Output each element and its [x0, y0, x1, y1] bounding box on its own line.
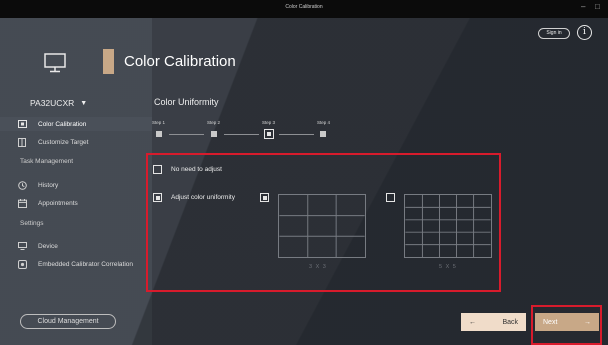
no-adjust-label: No need to adjust	[171, 166, 222, 173]
step-3-marker-current	[264, 129, 274, 139]
grid-5x5-checkbox[interactable]	[386, 193, 395, 202]
step-label: Step 3	[262, 120, 276, 125]
section-title: Color Uniformity	[154, 97, 219, 107]
step-1-marker	[156, 131, 162, 137]
page-title: Color Calibration	[124, 53, 236, 70]
calibrator-icon	[0, 259, 38, 269]
chevron-down-icon: ▼	[80, 99, 88, 107]
grid-5x5-caption: 5 X 5	[439, 264, 457, 270]
sidebar-item-customize-target[interactable]: Customize Target	[0, 135, 152, 149]
step-label: Step 1	[152, 120, 166, 125]
sidebar-item-history[interactable]: History	[0, 178, 152, 192]
no-adjust-checkbox[interactable]	[153, 165, 162, 174]
app-window: PA32UCXR ▼ Color Calibration Customize T…	[0, 18, 608, 345]
title-accent-bar	[103, 49, 114, 74]
step-4-marker	[320, 131, 326, 137]
sidebar-item-label: History	[38, 181, 59, 189]
monitor-small-icon	[0, 242, 38, 250]
adjust-uniformity-checkbox[interactable]	[153, 193, 162, 202]
window-titlebar: Color Calibration – □	[0, 0, 608, 18]
sidebar-item-label: Appointments	[38, 199, 78, 207]
adjust-uniformity-label: Adjust color uniformity	[171, 194, 235, 201]
sidebar-item-label: Embedded Calibrator Correlation	[38, 260, 134, 268]
window-title: Color Calibration	[285, 4, 323, 10]
device-selector[interactable]: PA32UCXR ▼	[30, 98, 87, 108]
section-task-management: Task Management	[20, 158, 74, 165]
stepper: Step 1 Step 2 Step 3 Step 4	[152, 120, 352, 142]
minimize-icon[interactable]: –	[581, 2, 585, 11]
sidebar-item-label: Customize Target	[38, 138, 89, 146]
step-2-marker	[211, 131, 217, 137]
back-button[interactable]: ← Back	[461, 313, 526, 331]
step-label: Step 4	[317, 120, 331, 125]
step-connector	[224, 134, 259, 135]
grid-3x3-checkbox[interactable]	[260, 193, 269, 202]
next-button[interactable]: Next →	[535, 313, 599, 331]
sidebar-item-appointments[interactable]: Appointments	[0, 196, 152, 210]
sidebar-item-label: Color Calibration	[38, 120, 87, 128]
target-icon	[0, 137, 38, 147]
history-icon	[0, 180, 38, 190]
sign-in-button[interactable]: Sign in	[538, 28, 570, 39]
arrow-right-icon: →	[584, 318, 591, 326]
maximize-icon[interactable]: □	[595, 2, 600, 11]
section-settings: Settings	[20, 220, 44, 227]
step-connector	[279, 134, 314, 135]
monitor-icon	[44, 53, 66, 73]
step-label: Step 2	[207, 120, 221, 125]
step-connector	[169, 134, 204, 135]
grid-3x3-caption: 3 X 3	[309, 264, 327, 270]
sidebar-item-color-calibration[interactable]: Color Calibration	[0, 117, 152, 131]
grid-3x3-preview	[278, 194, 366, 258]
sidebar-item-label: Device	[38, 242, 58, 250]
info-icon[interactable]: i	[577, 25, 592, 40]
cloud-management-button[interactable]: Cloud Management	[20, 314, 116, 329]
grid-5x5-preview	[404, 194, 492, 258]
next-button-label: Next	[543, 318, 558, 326]
sidebar-item-device[interactable]: Device	[0, 239, 152, 253]
arrow-left-icon: ←	[469, 318, 476, 326]
calendar-icon	[0, 198, 38, 208]
calibration-icon	[0, 120, 38, 128]
device-name: PA32UCXR	[30, 98, 75, 108]
sidebar-item-embedded-calibrator-correlation[interactable]: Embedded Calibrator Correlation	[0, 257, 152, 271]
back-button-label: Back	[502, 318, 518, 326]
